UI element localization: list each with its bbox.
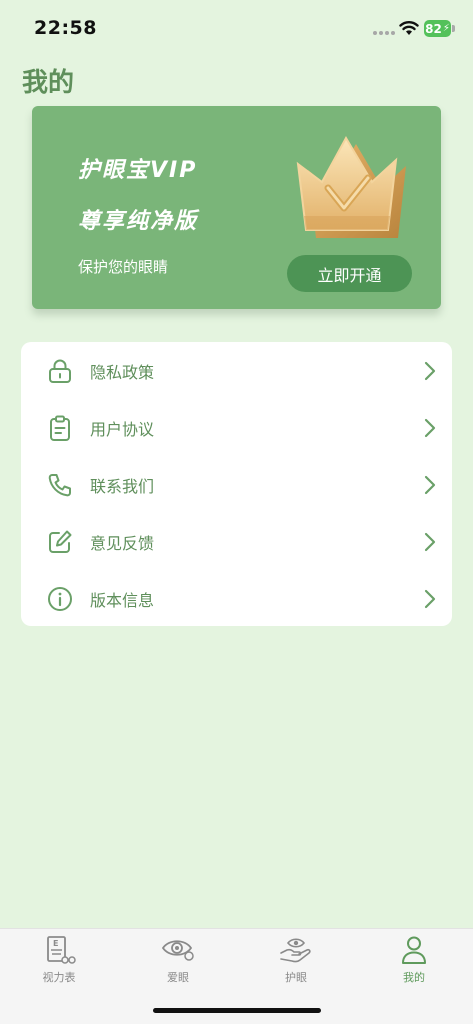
- edit-icon: [49, 530, 72, 553]
- menu-item-contact-us[interactable]: 联系我们: [21, 456, 452, 513]
- menu-item-feedback[interactable]: 意见反馈: [21, 513, 452, 570]
- profile-screen: 22:58 82 ⚡ 我的 护眼宝VIP 尊享纯净版 保护您的眼睛 立即开通 隐…: [0, 0, 473, 1024]
- battery-tip: [452, 25, 455, 32]
- tab-love-eyes[interactable]: 爱眼: [138, 935, 218, 991]
- hand-eye-icon: [280, 938, 311, 963]
- status-bar: 22:58 82 ⚡: [0, 0, 473, 56]
- battery-indicator: 82 ⚡: [424, 20, 451, 37]
- menu-item-label: 意见反馈: [90, 533, 155, 553]
- tab-label: 我的: [403, 971, 425, 984]
- eye-icon: [161, 940, 194, 961]
- signal-icon: [373, 31, 395, 35]
- chevron-right-icon: [424, 361, 436, 380]
- tab-eye-care[interactable]: 护眼: [256, 935, 336, 991]
- menu-item-label: 用户协议: [90, 419, 155, 439]
- wifi-icon: [399, 21, 419, 35]
- eye-chart-icon: E: [47, 936, 76, 964]
- chevron-right-icon: [424, 589, 436, 608]
- tab-mine[interactable]: 我的: [374, 935, 454, 991]
- home-indicator[interactable]: [153, 1008, 321, 1013]
- tab-label: 护眼: [285, 971, 307, 984]
- clipboard-icon: [50, 415, 70, 441]
- lock-icon: [49, 359, 71, 383]
- menu-item-version-info[interactable]: 版本信息: [21, 570, 452, 627]
- status-time: 22:58: [34, 17, 97, 39]
- chevron-right-icon: [424, 532, 436, 551]
- tab-label: 视力表: [42, 971, 76, 984]
- user-icon: [402, 936, 426, 964]
- chevron-right-icon: [424, 475, 436, 494]
- menu-item-label: 联系我们: [90, 476, 155, 496]
- menu-item-user-agreement[interactable]: 用户协议: [21, 399, 452, 456]
- chevron-right-icon: [424, 418, 436, 437]
- crown-icon: [296, 135, 406, 238]
- menu-item-label: 隐私政策: [90, 362, 155, 382]
- info-icon: [48, 586, 72, 611]
- svg-text:E: E: [53, 939, 58, 948]
- menu-item-label: 版本信息: [90, 590, 155, 610]
- menu-item-privacy-policy[interactable]: 隐私政策: [21, 342, 452, 399]
- vip-card[interactable]: 护眼宝VIP 尊享纯净版 保护您的眼睛 立即开通: [32, 106, 441, 309]
- vip-description: 保护您的眼睛: [78, 258, 169, 276]
- tab-eye-chart[interactable]: E 视力表: [19, 935, 99, 991]
- tab-label: 爱眼: [167, 971, 189, 984]
- vip-subtitle: 尊享纯净版: [78, 209, 199, 234]
- charging-icon: ⚡: [442, 23, 450, 34]
- settings-menu: 隐私政策 用户协议 联系我们 意见反馈 版本信息: [21, 342, 452, 626]
- activate-vip-button[interactable]: 立即开通: [287, 255, 412, 292]
- vip-title: 护眼宝VIP: [78, 158, 198, 183]
- page-title: 我的: [22, 68, 75, 98]
- battery-level: 82: [425, 21, 442, 36]
- phone-icon: [48, 473, 71, 496]
